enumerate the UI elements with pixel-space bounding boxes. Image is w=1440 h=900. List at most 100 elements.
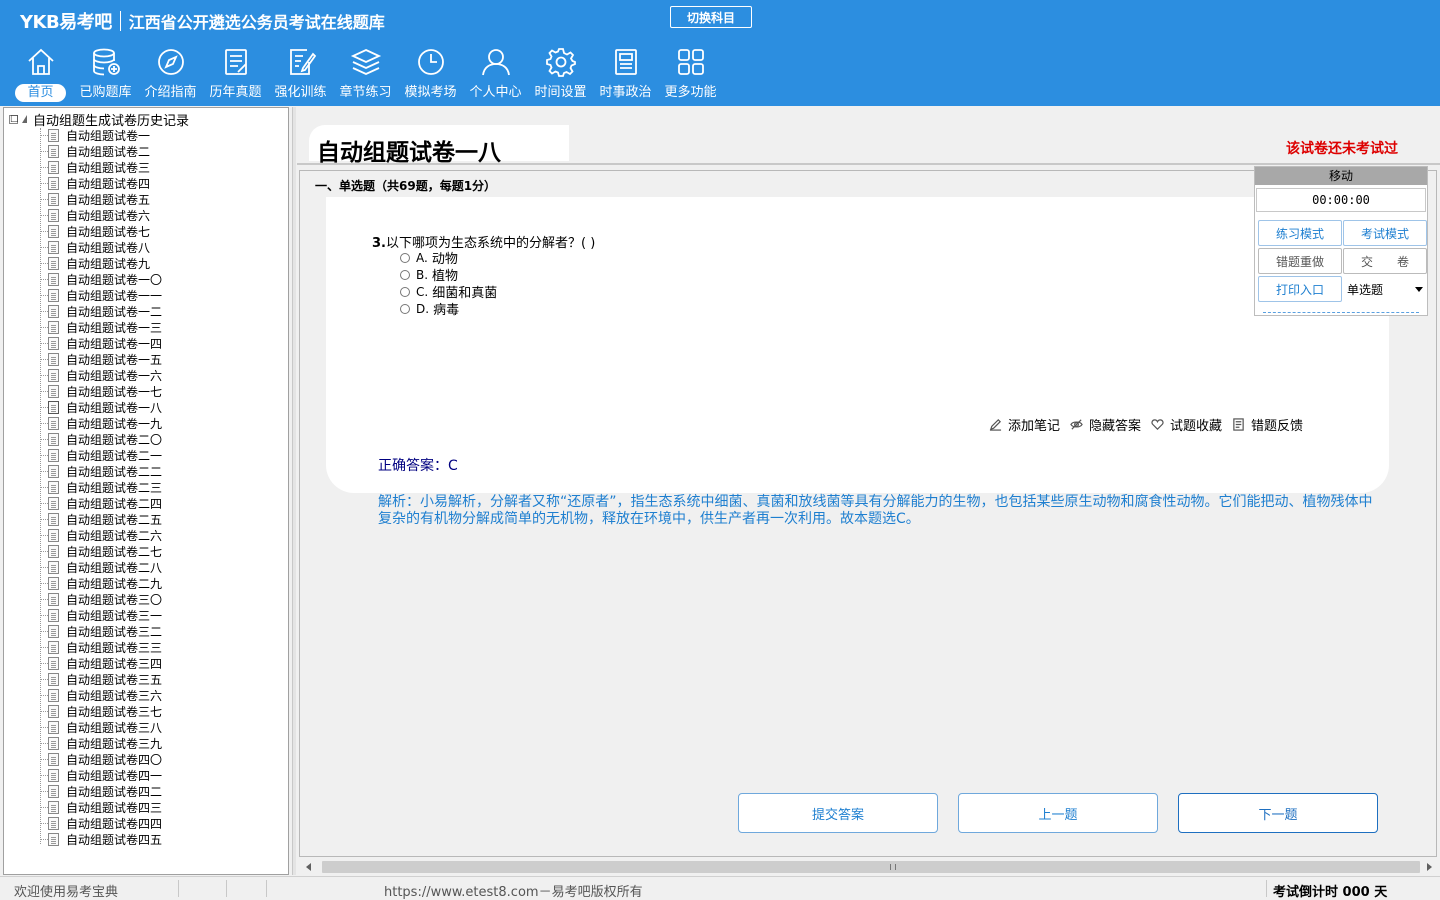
tree-item-label: 自动组题试卷一六 (66, 368, 163, 383)
nav-item-mock-exam[interactable]: 模拟考场 (398, 46, 463, 104)
tree-item[interactable]: 自动组题试卷二五 (40, 511, 162, 527)
tree-item[interactable]: 自动组题试卷四二 (40, 783, 162, 799)
tree-item[interactable]: 自动组题试卷七 (40, 223, 162, 239)
radio-button[interactable] (400, 252, 410, 263)
main-nav: 首页 已购题库 介绍指南 历年真题 强化训练 章节练习 模拟考场 个人中心 时间… (8, 46, 723, 104)
nav-item-more[interactable]: 更多功能 (658, 46, 723, 104)
tree-item[interactable]: 自动组题试卷二六 (40, 527, 162, 543)
practice-mode-button[interactable]: 练习模式 (1258, 220, 1342, 246)
tree-item[interactable]: 自动组题试卷一〇 (40, 271, 162, 287)
nav-item-purchased[interactable]: 已购题库 (73, 46, 138, 104)
tree-item[interactable]: 自动组题试卷二一 (40, 447, 162, 463)
tree-item[interactable]: 自动组题试卷三七 (40, 703, 162, 719)
tree-item[interactable]: 自动组题试卷二 (40, 143, 162, 159)
tree-item[interactable]: 自动组题试卷六 (40, 207, 162, 223)
tree-item[interactable]: 自动组题试卷二九 (40, 575, 162, 591)
tree-item[interactable]: 自动组题试卷三四 (40, 655, 162, 671)
tree-item[interactable]: 自动组题试卷三九 (40, 735, 162, 751)
add-note-button[interactable]: 添加笔记 (989, 415, 1060, 434)
tree-item[interactable]: 自动组题试卷三三 (40, 639, 162, 655)
tree-item[interactable]: 自动组题试卷一八 (40, 399, 162, 415)
panel-splitter[interactable] (292, 107, 296, 875)
tree-item[interactable]: 自动组题试卷四一 (40, 767, 162, 783)
document-icon (48, 256, 59, 270)
tree-item[interactable]: 自动组题试卷四三 (40, 799, 162, 815)
option-key: B. (416, 267, 429, 282)
tree-item[interactable]: 自动组题试卷四五 (40, 831, 162, 847)
nav-item-training[interactable]: 强化训练 (268, 46, 333, 104)
nav-item-guide[interactable]: 介绍指南 (138, 46, 203, 104)
tree-item[interactable]: 自动组题试卷四 (40, 175, 162, 191)
radio-button[interactable] (400, 286, 410, 297)
tree-item[interactable]: 自动组题试卷三一 (40, 607, 162, 623)
prev-question-button[interactable]: 上一题 (958, 793, 1158, 833)
add-note-label: 添加笔记 (1008, 419, 1061, 434)
hide-answer-button[interactable]: 隐藏答案 (1070, 415, 1141, 434)
tree-item[interactable]: 自动组题试卷一一 (40, 287, 162, 303)
feedback-button[interactable]: 错题反馈 (1232, 415, 1303, 434)
switch-subject-button[interactable]: 切换科目 (670, 6, 752, 28)
tree-item[interactable]: 自动组题试卷四〇 (40, 751, 162, 767)
nav-item-chapters[interactable]: 章节练习 (333, 46, 398, 104)
tree-item[interactable]: 自动组题试卷一三 (40, 319, 162, 335)
exam-mode-button[interactable]: 考试模式 (1343, 220, 1427, 246)
nav-item-home[interactable]: 首页 (8, 46, 73, 104)
next-question-button[interactable]: 下一题 (1178, 793, 1378, 833)
document-icon (48, 368, 59, 382)
tree-item[interactable]: 自动组题试卷三二 (40, 623, 162, 639)
radio-button[interactable] (400, 303, 410, 314)
move-handle[interactable]: 移动 (1255, 167, 1427, 185)
tree-item-label: 自动组题试卷二八 (66, 560, 163, 575)
submit-paper-button[interactable]: 交 卷 (1343, 248, 1427, 274)
scroll-thumb[interactable] (322, 861, 1420, 873)
question-type-select[interactable]: 单选题 (1343, 276, 1427, 302)
scroll-right-icon[interactable] (1427, 863, 1432, 871)
tree-item[interactable]: 自动组题试卷三六 (40, 687, 162, 703)
tree-item[interactable]: 自动组题试卷一九 (40, 415, 162, 431)
exam-timer: 00:00:00 (1256, 188, 1426, 212)
redo-wrong-button[interactable]: 错题重做 (1258, 248, 1342, 274)
print-button[interactable]: 打印入口 (1258, 276, 1342, 302)
tree-item[interactable]: 自动组题试卷一五 (40, 351, 162, 367)
tree-item[interactable]: 自动组题试卷三〇 (40, 591, 162, 607)
radio-button[interactable] (400, 269, 410, 280)
tree-item[interactable]: 自动组题试卷三八 (40, 719, 162, 735)
tree-item[interactable]: 自动组题试卷八 (40, 239, 162, 255)
nav-item-profile[interactable]: 个人中心 (463, 46, 528, 104)
tree-item[interactable]: 自动组题试卷一二 (40, 303, 162, 319)
panel-scrollbar[interactable] (1263, 312, 1419, 314)
option-key: C. (416, 284, 429, 299)
tree-item[interactable]: 自动组题试卷二七 (40, 543, 162, 559)
favorite-button[interactable]: 试题收藏 (1151, 415, 1222, 434)
tree-item[interactable]: 自动组题试卷一七 (40, 383, 162, 399)
document-icon (48, 464, 59, 478)
tree-item[interactable]: 自动组题试卷一四 (40, 335, 162, 351)
document-icon (48, 640, 59, 654)
option-a[interactable]: A. 动物 (400, 249, 497, 267)
submit-answer-button[interactable]: 提交答案 (738, 793, 938, 833)
option-d[interactable]: D. 病毒 (400, 300, 497, 318)
option-c[interactable]: C. 细菌和真菌 (400, 283, 497, 301)
scroll-left-icon[interactable] (306, 863, 311, 871)
tree-item[interactable]: 自动组题试卷一 (40, 127, 162, 143)
nav-item-past-exams[interactable]: 历年真题 (203, 46, 268, 104)
tree-item[interactable]: 自动组题试卷三 (40, 159, 162, 175)
tree-root[interactable]: □ 自动组题生成试卷历史记录 (9, 111, 189, 129)
tree-item[interactable]: 自动组题试卷九 (40, 255, 162, 271)
tree-item[interactable]: 自动组题试卷二二 (40, 463, 162, 479)
tree-item[interactable]: 自动组题试卷一六 (40, 367, 162, 383)
tree-item[interactable]: 自动组题试卷二〇 (40, 431, 162, 447)
tree-item[interactable]: 自动组题试卷二四 (40, 495, 162, 511)
horizontal-scrollbar[interactable] (300, 859, 1438, 875)
option-b[interactable]: B. 植物 (400, 266, 497, 284)
tree-item[interactable]: 自动组题试卷三五 (40, 671, 162, 687)
nav-item-current-affairs[interactable]: 时事政治 (593, 46, 658, 104)
tree-item[interactable]: 自动组题试卷五 (40, 191, 162, 207)
collapse-toggle[interactable]: □ (9, 114, 19, 124)
chevron-down-icon (1415, 286, 1423, 292)
tree-item-label: 自动组题试卷一九 (66, 416, 163, 431)
tree-item[interactable]: 自动组题试卷四四 (40, 815, 162, 831)
tree-item[interactable]: 自动组题试卷二八 (40, 559, 162, 575)
tree-item[interactable]: 自动组题试卷二三 (40, 479, 162, 495)
nav-item-time-settings[interactable]: 时间设置 (528, 46, 593, 104)
